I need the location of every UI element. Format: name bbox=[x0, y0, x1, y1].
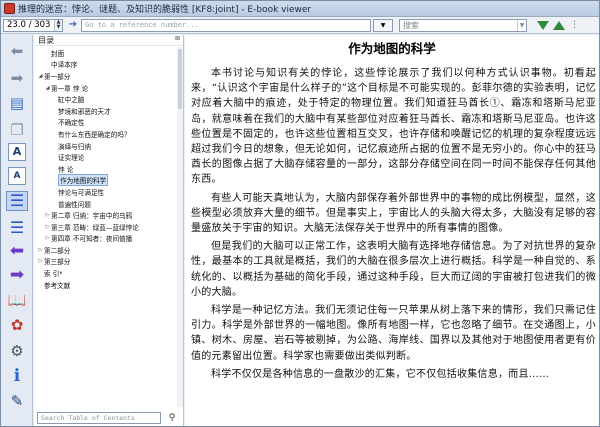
expand-arrow-icon[interactable]: ▷ bbox=[44, 212, 51, 218]
toc-close-icon[interactable]: ⊠ bbox=[175, 35, 180, 45]
back-icon[interactable]: ⬅ bbox=[6, 41, 28, 61]
expand-arrow-icon[interactable]: ▷ bbox=[37, 258, 44, 264]
toc-item-label: 缸中之脑 bbox=[58, 96, 85, 105]
paragraph: 有些人可能天真地认为，大脑内部保存着外部世界中的事物的成比例模型，显然，这些模型… bbox=[191, 192, 596, 235]
search-dropdown-icon[interactable]: ▼ bbox=[517, 19, 526, 31]
toc-item[interactable]: 索 引* bbox=[34, 267, 178, 279]
paragraph: 本书讨论与知识有关的悖论，这些悖论展示了我们以何种方式认识事物。初看起来，“认识… bbox=[191, 68, 596, 186]
expand-arrow-icon[interactable]: ▷ bbox=[44, 224, 51, 230]
toc-item[interactable]: ▷ 第三章 范畴：绿蓝—蓝绿悖论 bbox=[34, 221, 178, 233]
toc-item[interactable]: 演绎与归纳 bbox=[34, 140, 178, 152]
title-bar: 推理的迷宫：悖论、谜题、及知识的脆弱性 [KF8:joint] - E-book… bbox=[1, 1, 599, 17]
left-toolbar: ⬅ ➡ ▤ ❐ A A ☰ ☰ ⬅ ➡ 📖 ✿ ⚙ ℹ ✎ bbox=[1, 35, 33, 426]
toc-panel: 目录 ⊠ 封面 中译本序 ◢ 第一部分 ◢ 第一章 悖 论缸中之脑 梦境和邪恶的天才 不确定性… bbox=[34, 35, 184, 426]
paragraph: 科学不仅仅是各种信息的一盘散沙的汇集，它不仅包括收集信息，而且…… bbox=[211, 368, 550, 380]
toc-item[interactable]: 有什么东西是确定的吗？ bbox=[34, 128, 178, 140]
toc-item[interactable]: ◢ 第一章 悖 论 bbox=[34, 82, 178, 94]
toc-item[interactable]: 梦境和邪恶的天才 bbox=[34, 105, 178, 117]
toc-item-label: 不确定性 bbox=[58, 119, 85, 128]
expand-arrow-icon[interactable]: ▷ bbox=[37, 247, 44, 253]
toc-item-label: 第一部分 bbox=[44, 72, 71, 81]
font-smaller-icon[interactable]: A bbox=[8, 167, 26, 185]
search-input[interactable]: 搜索 ▼ bbox=[399, 18, 527, 32]
toc-item[interactable]: ▷ 第四章 不可知者：夜间值播 bbox=[34, 233, 178, 245]
toc-item[interactable]: ◢ 第一部分 bbox=[34, 70, 178, 82]
expand-arrow-icon[interactable]: ◢ bbox=[37, 73, 44, 79]
toc-scrollbar[interactable] bbox=[177, 47, 183, 407]
expand-arrow-icon[interactable]: ◢ bbox=[44, 85, 51, 91]
ebook-viewer-window: 推理的迷宫：悖论、谜题、及知识的脆弱性 [KF8:joint] - E-book… bbox=[0, 0, 600, 427]
top-toolbar: 23.0 / 303 ▲ ▼ ➔ Go to a reference number… bbox=[1, 17, 599, 34]
toc-item-label: 第二部分 bbox=[44, 246, 71, 255]
preferences-icon[interactable]: ✿ bbox=[6, 315, 28, 335]
toc-item[interactable]: 普遍性问题 bbox=[34, 198, 178, 210]
bookmarks-icon[interactable]: ☰ bbox=[6, 218, 28, 238]
reference-dropdown-icon[interactable]: ▼ bbox=[373, 18, 393, 32]
toc-search-input[interactable]: Search Table of Contents bbox=[37, 412, 161, 424]
toc-item-label: 有什么东西是确定的吗？ bbox=[58, 130, 131, 139]
spin-arrows-icon[interactable]: ▲ ▼ bbox=[54, 19, 62, 31]
toc-item-label: 第一章 悖 论 bbox=[51, 84, 89, 93]
toc-item-label: 第三章 范畴：绿蓝—蓝绿悖论 bbox=[51, 223, 139, 232]
toc-item[interactable]: 悖论与可满足性 bbox=[34, 186, 178, 198]
search-placeholder: 搜索 bbox=[403, 20, 419, 30]
toc-item[interactable]: ▷ 第二章 归纳：宇宙中的乌鸦 bbox=[34, 209, 178, 221]
toolbar-more-icon[interactable]: ⋮ bbox=[570, 20, 579, 30]
toc-item-label: 第四章 不可知者：夜间值播 bbox=[51, 235, 133, 244]
toc-item-label: 封面 bbox=[51, 49, 65, 58]
toc-item[interactable]: 作为地图的科学 bbox=[34, 174, 178, 187]
table-of-contents-icon[interactable]: ☰ bbox=[6, 191, 28, 211]
next-page-icon[interactable]: ➡ bbox=[6, 265, 28, 285]
paragraph: 但是我们的大脑可以正常工作，这表明大脑有选择地存储信息。为了对抗世界的复杂性，最… bbox=[191, 241, 596, 298]
reference-input[interactable]: Go to a reference number... bbox=[81, 18, 371, 32]
chapter-title: 作为地图的科学 bbox=[348, 41, 436, 56]
toc-item-label: 作为地图的科学 bbox=[58, 174, 109, 187]
toc-item-label: 悖论与可满足性 bbox=[58, 188, 105, 197]
toc-item-label: 证实理论 bbox=[58, 154, 85, 163]
binoculars-icon[interactable]: ⚲ bbox=[165, 412, 179, 424]
toc-item[interactable]: ▷ 第二部分 bbox=[34, 244, 178, 256]
window-title: 推理的迷宫：悖论、谜题、及知识的脆弱性 [KF8:joint] - E-book… bbox=[18, 5, 312, 15]
paragraph: 科学是一种记忆方法。我们无须记住每一只苹果从树上落下来的情形，我们只需记住引力。… bbox=[191, 305, 596, 362]
toc-item-label: 参考文献 bbox=[44, 281, 71, 290]
toc-item-label: 梦境和邪恶的天才 bbox=[58, 107, 111, 116]
toc-item-label: 中译本序 bbox=[51, 61, 78, 70]
toc-title: 目录 bbox=[38, 36, 54, 45]
goto-icon[interactable]: ➔ bbox=[67, 19, 79, 31]
book-content: 作为地图的科学 本书讨论与知识有关的悖论，这些悖论展示了我们以何种方式认识事物。… bbox=[185, 35, 599, 426]
toc-scrollbar-thumb[interactable] bbox=[178, 49, 182, 109]
print-icon[interactable]: ✎ bbox=[6, 391, 28, 411]
copy-icon[interactable]: ❐ bbox=[6, 120, 28, 140]
toc-item-label: 第三部分 bbox=[44, 258, 71, 267]
toc-item[interactable]: 参考文献 bbox=[34, 279, 178, 291]
font-larger-icon[interactable]: A bbox=[8, 143, 26, 161]
info-icon[interactable]: ℹ bbox=[6, 366, 28, 386]
toc-tree: 封面 中译本序 ◢ 第一部分 ◢ 第一章 悖 论缸中之脑 梦境和邪恶的天才 不确定性 有什么东西… bbox=[34, 47, 178, 407]
toc-item-label: 索 引* bbox=[44, 270, 63, 279]
forward-icon[interactable]: ➡ bbox=[6, 68, 28, 88]
toc-item-label: 悖 论 bbox=[58, 165, 74, 174]
reference-mode-icon[interactable]: 📖 bbox=[6, 290, 28, 310]
expand-arrow-icon[interactable]: ▷ bbox=[44, 235, 51, 241]
toc-item-label: 普遍性问题 bbox=[58, 200, 91, 209]
toc-item[interactable]: 封面 bbox=[34, 47, 178, 59]
toc-item[interactable]: ▷ 第三部分 bbox=[34, 256, 178, 268]
toc-item[interactable]: 中译本序 bbox=[34, 59, 178, 71]
position-spinbox[interactable]: 23.0 / 303 ▲ ▼ bbox=[3, 18, 63, 32]
toc-header: 目录 ⊠ bbox=[34, 35, 183, 46]
position-value: 23.0 / 303 bbox=[7, 19, 51, 30]
toc-item-label: 第二章 归纳：宇宙中的乌鸦 bbox=[51, 212, 133, 221]
previous-page-icon[interactable]: ⬅ bbox=[6, 241, 28, 261]
toc-item[interactable]: 证实理论 bbox=[34, 151, 178, 163]
app-icon bbox=[4, 3, 15, 14]
toc-item[interactable]: 悖 论 bbox=[34, 163, 178, 175]
settings-gear-icon[interactable]: ⚙ bbox=[6, 341, 28, 361]
toc-item[interactable]: 不确定性 bbox=[34, 117, 178, 129]
library-icon[interactable]: ▤ bbox=[6, 93, 28, 113]
toc-item-label: 演绎与归纳 bbox=[58, 142, 91, 151]
find-previous-icon[interactable] bbox=[553, 20, 565, 30]
toc-item[interactable]: 缸中之脑 bbox=[34, 93, 178, 105]
find-next-icon[interactable] bbox=[537, 20, 549, 30]
